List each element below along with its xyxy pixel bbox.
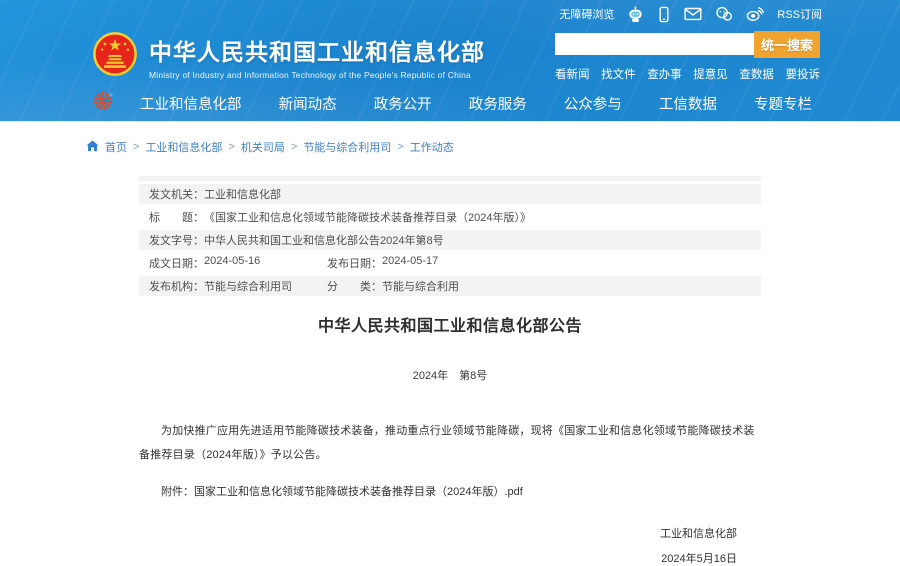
nav-items: 工业和信息化部 新闻动态 政务公开 政务服务 公众参与 工信数据 专题专栏 bbox=[140, 93, 812, 114]
rss-link[interactable]: RSS订阅 bbox=[777, 6, 822, 22]
meta-table-cap bbox=[139, 176, 761, 181]
announcement-title: 中华人民共和国工业和信息化部公告 bbox=[139, 312, 761, 336]
quick-link-suggest[interactable]: 提意见 bbox=[693, 66, 728, 82]
meta-label: 发文字号： bbox=[149, 232, 204, 248]
weibo-icon[interactable] bbox=[746, 6, 764, 22]
meta-row-title: 标 题： 《国家工业和信息化领域节能降碳技术装备推荐目录（2024年版）》 bbox=[139, 207, 761, 227]
meta-value: 《国家工业和信息化领域节能降碳技术装备推荐目录（2024年版）》 bbox=[204, 209, 531, 225]
nav-item-news[interactable]: 新闻动态 bbox=[279, 93, 337, 114]
top-utility-bar: 无障碍浏览 bbox=[0, 0, 900, 28]
unified-search-button[interactable]: 统一搜索 bbox=[754, 31, 820, 58]
meta-label: 分 类： bbox=[327, 278, 382, 294]
nav-item-data[interactable]: 工信数据 bbox=[659, 93, 717, 114]
breadcrumb-energy-dept[interactable]: 节能与综合利用司 bbox=[303, 139, 391, 155]
search-input[interactable] bbox=[555, 33, 754, 55]
nav-item-miit[interactable]: 工业和信息化部 bbox=[140, 93, 242, 114]
breadcrumb-separator: > bbox=[228, 141, 234, 153]
quick-link-news[interactable]: 看新闻 bbox=[555, 66, 590, 82]
wechat-icon[interactable] bbox=[715, 6, 733, 22]
nav-item-gov-openness[interactable]: 政务公开 bbox=[374, 93, 432, 114]
breadcrumb: 首页 > 工业和信息化部 > 机关司局 > 节能与综合利用司 > 工作动态 bbox=[86, 139, 900, 155]
nav-item-participation[interactable]: 公众参与 bbox=[564, 93, 622, 114]
meta-row-publisher: 发布机构： 节能与综合利用司 分 类： 节能与综合利用 bbox=[139, 276, 761, 296]
meta-value: 中华人民共和国工业和信息化部公告2024年第8号 bbox=[204, 232, 444, 248]
accessibility-link[interactable]: 无障碍浏览 bbox=[559, 6, 614, 22]
site-brand[interactable]: 中华人民共和国工业和信息化部 Ministry of Industry and … bbox=[92, 31, 485, 82]
quick-link-complaint[interactable]: 要投诉 bbox=[785, 66, 820, 82]
nav-item-gov-services[interactable]: 政务服务 bbox=[469, 93, 527, 114]
main-nav: 工业和信息化部 新闻动态 政务公开 政务服务 公众参与 工信数据 专题专栏 bbox=[0, 84, 900, 122]
meta-value: 工业和信息化部 bbox=[204, 186, 281, 202]
article: 发文机关： 工业和信息化部 标 题： 《国家工业和信息化领域节能降碳技术装备推荐… bbox=[139, 176, 761, 566]
meta-label: 成文日期： bbox=[149, 255, 204, 271]
site-title: 中华人民共和国工业和信息化部 bbox=[149, 33, 485, 67]
breadcrumb-separator: > bbox=[133, 141, 139, 153]
quick-links: 看新闻 找文件 查办事 提意见 查数据 要投诉 bbox=[555, 66, 820, 82]
meta-label: 发布机构： bbox=[149, 278, 204, 294]
breadcrumb-miit[interactable]: 工业和信息化部 bbox=[145, 139, 222, 155]
quick-link-data[interactable]: 查数据 bbox=[739, 66, 774, 82]
meta-value: 2024-05-16 bbox=[204, 255, 260, 271]
breadcrumb-home[interactable]: 首页 bbox=[105, 139, 127, 155]
breadcrumb-departments[interactable]: 机关司局 bbox=[241, 139, 285, 155]
announcement-issue-number: 2024年 第8号 bbox=[139, 367, 761, 383]
signature: 工业和信息化部 bbox=[139, 525, 761, 541]
announcement-body: 为加快推广应用先进适用节能降碳技术装备，推动重点行业领域节能降碳，现将《国家工业… bbox=[139, 419, 761, 467]
site-header: 中华人民共和国工业和信息化部 Ministry of Industry and … bbox=[0, 28, 900, 84]
meta-value: 2024-05-17 bbox=[382, 255, 438, 271]
site-banner: 无障碍浏览 bbox=[0, 0, 900, 122]
meta-label: 发布日期： bbox=[327, 255, 382, 271]
quick-link-services[interactable]: 查办事 bbox=[647, 66, 682, 82]
mail-icon[interactable] bbox=[684, 7, 702, 21]
meta-row-issuing-authority: 发文机关： 工业和信息化部 bbox=[139, 184, 761, 204]
meta-row-dates: 成文日期： 2024-05-16 发布日期： 2024-05-17 bbox=[139, 253, 761, 273]
meta-label: 发文机关： bbox=[149, 186, 204, 202]
miit-e-logo-icon bbox=[93, 90, 114, 116]
meta-label: 标 题： bbox=[149, 209, 204, 225]
meta-value: 节能与综合利用 bbox=[382, 278, 459, 294]
national-emblem-icon bbox=[92, 31, 138, 82]
meta-value: 节能与综合利用司 bbox=[204, 278, 292, 294]
site-subtitle: Ministry of Industry and Information Tec… bbox=[149, 70, 485, 80]
meta-row-document-number: 发文字号： 中华人民共和国工业和信息化部公告2024年第8号 bbox=[139, 230, 761, 250]
attachment-link[interactable]: 附件：国家工业和信息化领域节能降碳技术装备推荐目录（2024年版）.pdf bbox=[139, 483, 761, 499]
mobile-icon[interactable] bbox=[657, 6, 671, 23]
breadcrumb-current[interactable]: 工作动态 bbox=[410, 139, 454, 155]
robot-mascot-icon[interactable] bbox=[627, 6, 644, 23]
signature-date: 2024年5月16日 bbox=[139, 550, 761, 566]
breadcrumb-separator: > bbox=[291, 141, 297, 153]
home-icon[interactable] bbox=[86, 140, 99, 155]
search-area: 统一搜索 看新闻 找文件 查办事 提意见 查数据 要投诉 bbox=[555, 30, 820, 82]
quick-link-files[interactable]: 找文件 bbox=[601, 66, 636, 82]
breadcrumb-separator: > bbox=[397, 141, 403, 153]
nav-item-topics[interactable]: 专题专栏 bbox=[754, 93, 812, 114]
